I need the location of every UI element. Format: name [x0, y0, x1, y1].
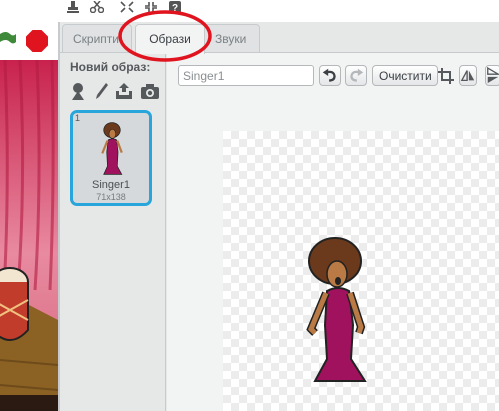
svg-text:?: ?	[172, 3, 178, 13]
tab-scripts[interactable]: Скрипти	[62, 24, 132, 52]
undo-button[interactable]	[319, 65, 341, 86]
costume-name: Singer1	[92, 179, 130, 191]
costume-name-field[interactable]	[178, 65, 314, 86]
tab-costumes[interactable]: Образи	[135, 24, 205, 54]
costume-number: 1	[75, 113, 81, 123]
singer-costume-image	[306, 237, 367, 382]
help-icon[interactable]: ?	[168, 1, 182, 13]
flip-vertical-button[interactable]	[485, 65, 499, 86]
tab-sounds[interactable]: Звуки	[204, 24, 260, 52]
grow-icon[interactable]	[120, 1, 134, 13]
clear-button[interactable]: Очистити	[372, 65, 438, 86]
redo-icon	[350, 68, 364, 82]
paint-canvas[interactable]	[223, 131, 499, 411]
costume-list-pane: Новий образ: 1 Singer1 71x138	[62, 53, 166, 411]
paint-editor: Очистити	[167, 53, 499, 411]
crop-icon	[438, 68, 454, 84]
costume-size: 71x138	[96, 192, 126, 202]
costume-thumbnail[interactable]: 1 Singer1 71x138	[70, 110, 152, 206]
undo-icon	[322, 68, 336, 82]
paint-brush-icon[interactable]	[92, 82, 112, 100]
choose-costume-from-library-icon[interactable]	[68, 82, 88, 100]
cut-icon[interactable]	[90, 1, 104, 13]
main-panel: Скрипти Образи Звуки Новий образ: 1 Sing…	[58, 22, 499, 411]
stage-header	[0, 22, 60, 60]
stamp-icon[interactable]	[66, 1, 80, 13]
crop-button[interactable]	[437, 65, 455, 86]
singer-thumbnail-image	[101, 122, 123, 175]
top-toolbar: ?	[0, 0, 499, 22]
upload-icon[interactable]	[114, 82, 134, 100]
shrink-icon[interactable]	[144, 1, 158, 13]
stage[interactable]	[0, 60, 58, 411]
stop-icon[interactable]	[26, 30, 48, 52]
flip-horizontal-icon	[460, 70, 475, 82]
flag-icon[interactable]	[0, 30, 16, 48]
flip-vertical-icon	[487, 66, 499, 83]
redo-button[interactable]	[345, 65, 367, 86]
new-costume-label: Новий образ:	[70, 60, 151, 74]
flip-horizontal-button[interactable]	[459, 65, 477, 86]
camera-icon[interactable]	[140, 82, 160, 100]
